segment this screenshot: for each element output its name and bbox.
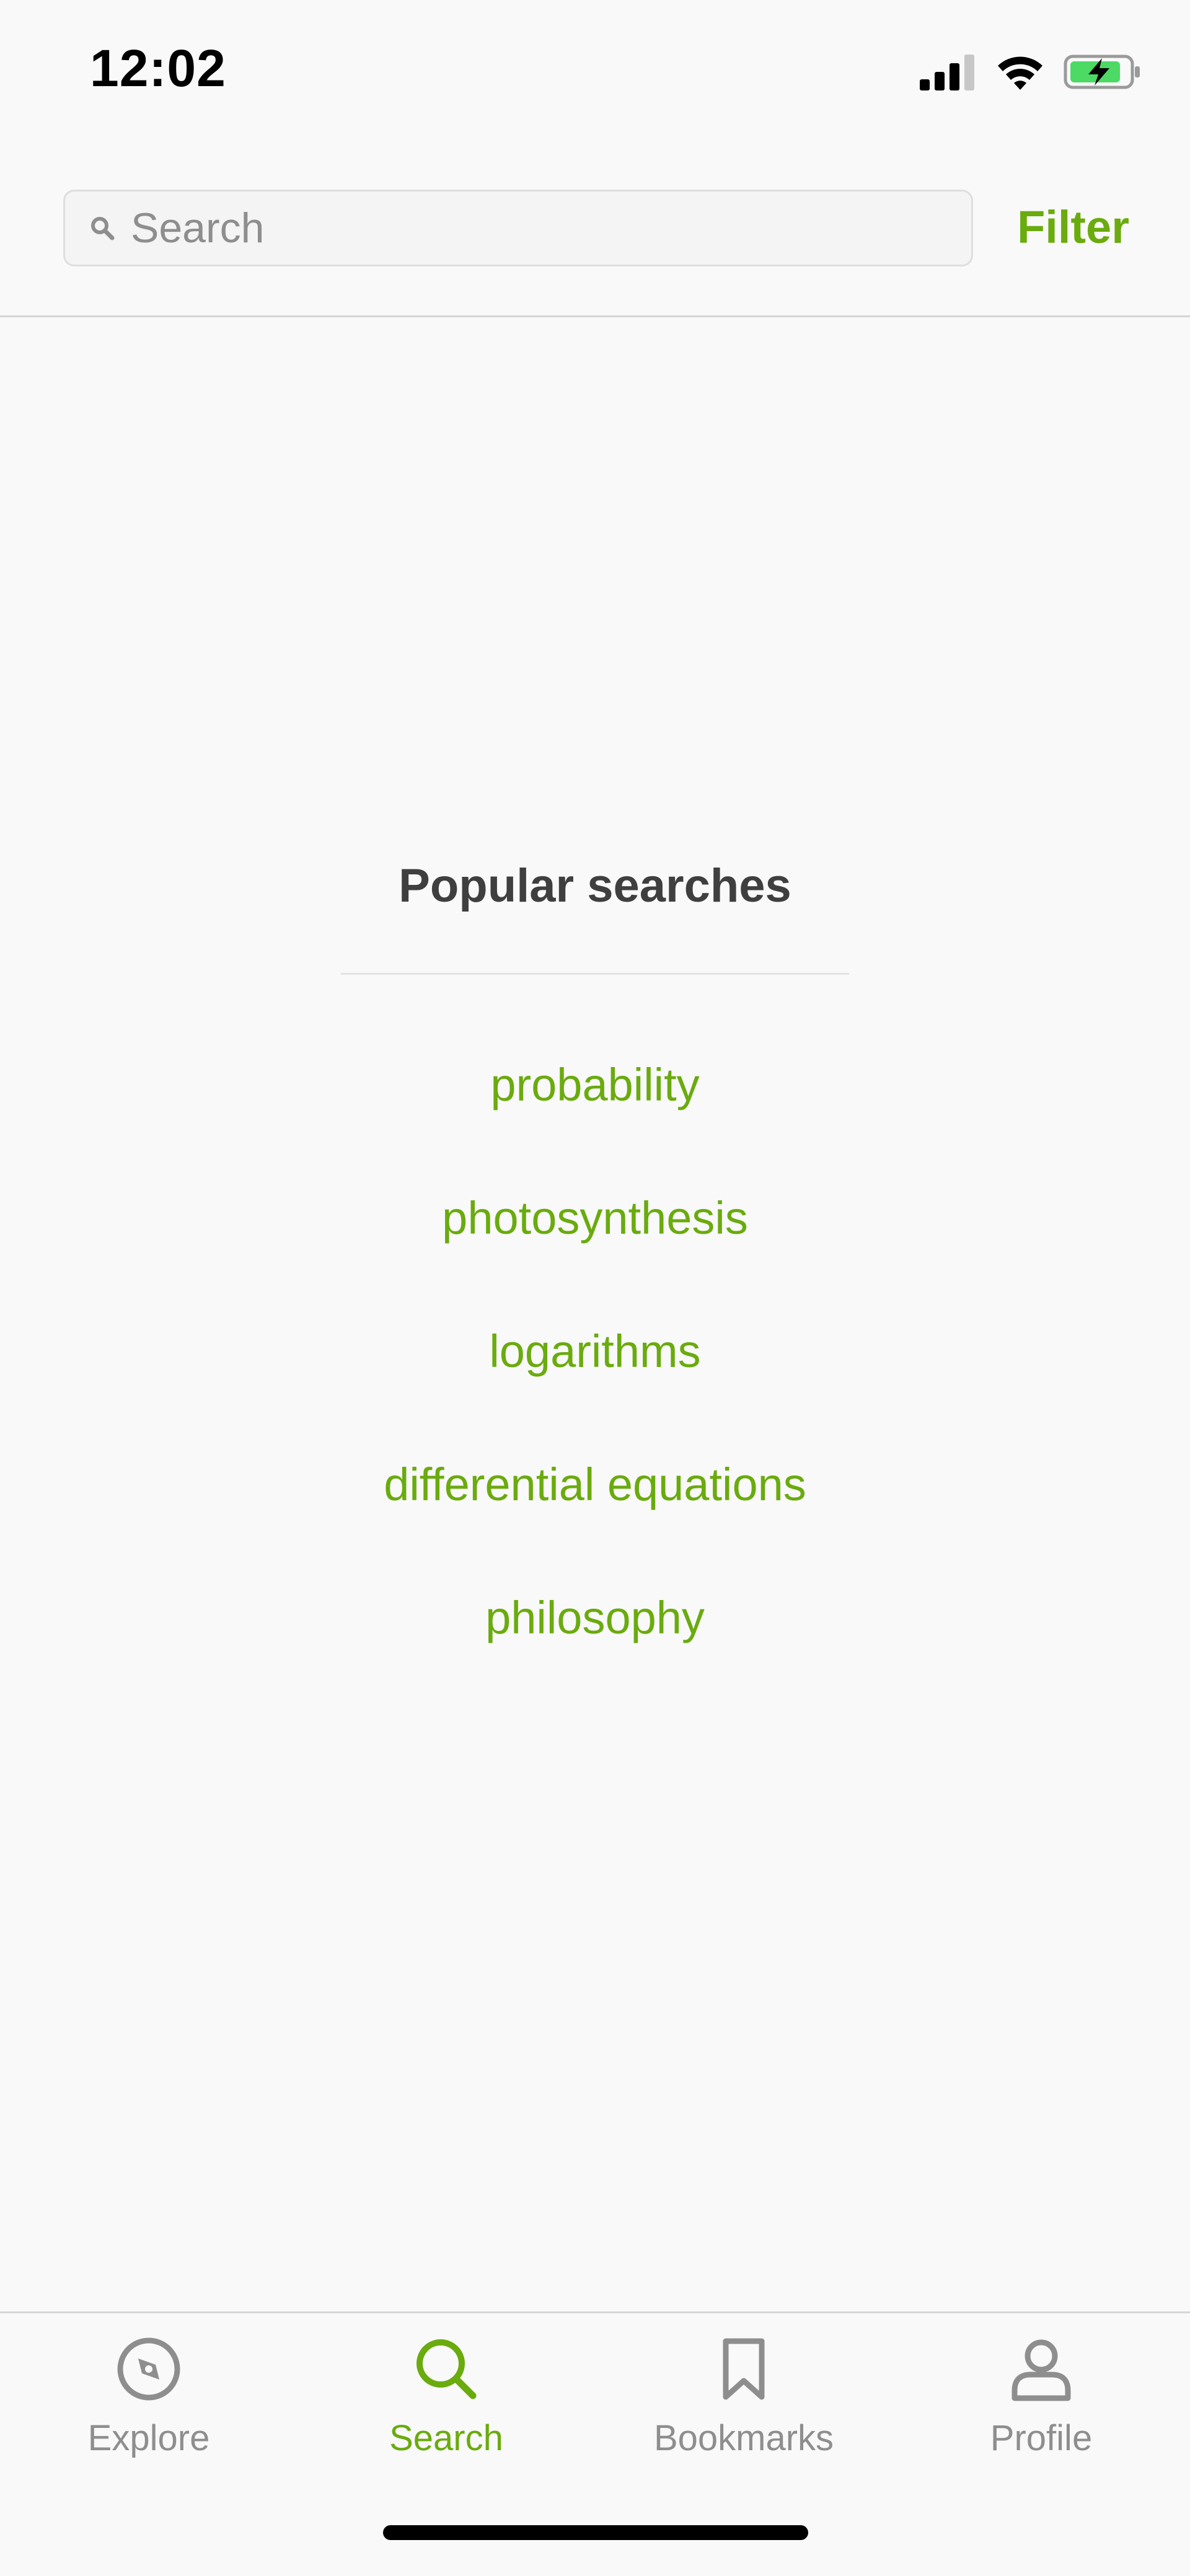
popular-search-link[interactable]: differential equations [384, 1458, 806, 1511]
bookmark-icon [707, 2332, 781, 2406]
tab-bar: Explore Search Bookmarks Profile [0, 2311, 1190, 2576]
status-bar: 12:02 [0, 0, 1190, 149]
search-box[interactable] [63, 190, 973, 266]
search-icon [409, 2332, 483, 2406]
tab-profile[interactable]: Profile [892, 2332, 1190, 2487]
search-header: Filter [0, 149, 1190, 317]
tab-label: Profile [990, 2418, 1093, 2458]
tab-explore[interactable]: Explore [0, 2332, 298, 2487]
tab-label: Search [389, 2418, 503, 2458]
home-indicator [383, 2525, 808, 2540]
popular-search-link[interactable]: photosynthesis [442, 1192, 748, 1244]
list-item: philosophy [0, 1551, 1190, 1684]
compass-icon [112, 2332, 186, 2406]
divider [341, 973, 849, 975]
status-time: 12:02 [90, 39, 226, 97]
list-item: photosynthesis [0, 1151, 1190, 1285]
search-input[interactable] [120, 191, 971, 265]
tab-search[interactable]: Search [298, 2332, 595, 2487]
popular-search-link[interactable]: philosophy [485, 1591, 705, 1644]
list-item: differential equations [0, 1418, 1190, 1551]
cellular-signal-icon [920, 53, 977, 94]
list-item: logarithms [0, 1285, 1190, 1418]
popular-searches-list: probability photosynthesis logarithms di… [0, 1018, 1190, 1684]
tab-label: Explore [87, 2418, 210, 2458]
popular-searches-title: Popular searches [399, 859, 791, 912]
tab-bookmarks[interactable]: Bookmarks [595, 2332, 892, 2487]
popular-searches: Popular searches probability photosynthe… [0, 855, 1190, 1684]
search-icon [85, 211, 120, 245]
tab-label: Bookmarks [653, 2418, 834, 2458]
list-item: probability [0, 1018, 1190, 1151]
popular-search-link[interactable]: logarithms [489, 1325, 700, 1378]
popular-search-link[interactable]: probability [490, 1058, 699, 1111]
wifi-icon [995, 53, 1045, 94]
search-screen: 12:02 Search Filter Popular searches pro… [0, 0, 1190, 2576]
profile-icon [1004, 2332, 1078, 2406]
battery-charging-icon [1064, 53, 1142, 94]
status-icons [920, 51, 1142, 95]
filter-button[interactable]: Filter [1017, 201, 1129, 253]
